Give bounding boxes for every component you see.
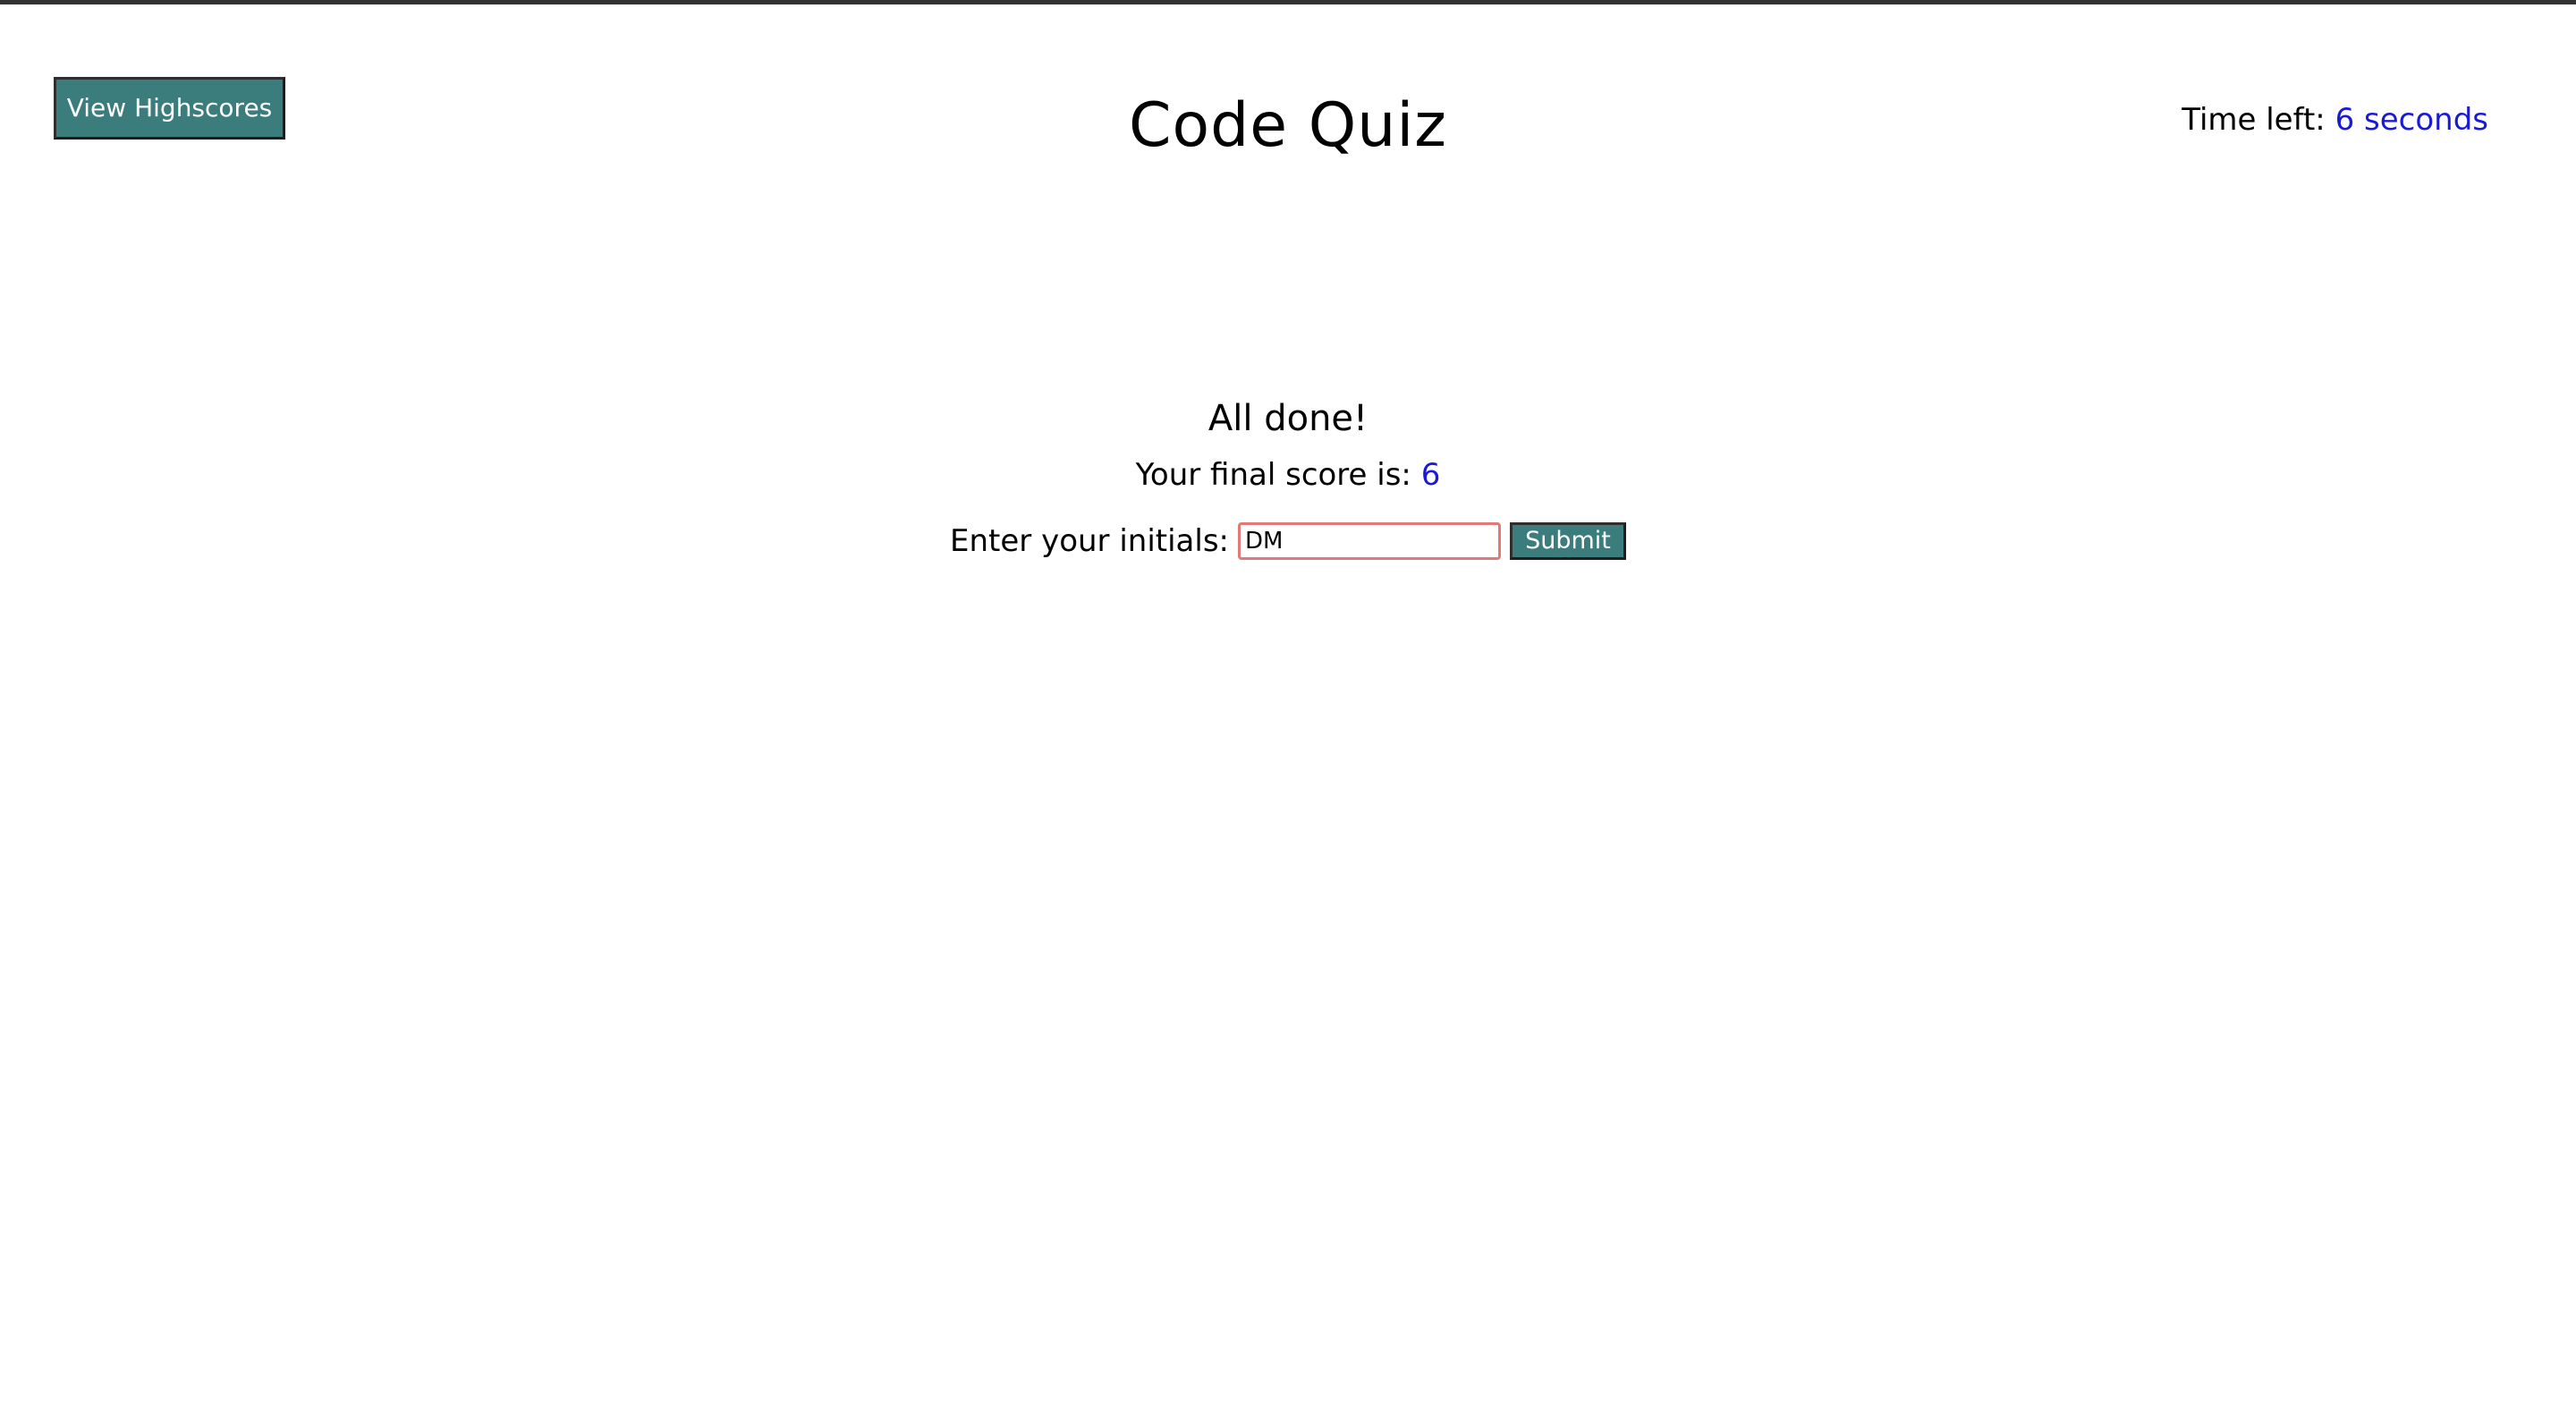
final-score-value: 6 <box>1420 457 1441 493</box>
initials-form: Enter your initials: Submit <box>0 521 2576 562</box>
timer-value: 6 seconds <box>2334 102 2488 138</box>
timer-label: Time left: <box>2182 102 2326 138</box>
final-score: Your final score is: 6 <box>0 454 2576 495</box>
final-score-label: Your final score is: <box>1135 457 1411 493</box>
initials-input[interactable] <box>1238 522 1501 560</box>
initials-label: Enter your initials: <box>950 523 1229 559</box>
submit-button[interactable]: Submit <box>1510 522 1626 560</box>
top-border <box>0 0 2576 4</box>
timer: Time left: 6 seconds <box>2182 100 2488 140</box>
done-heading: All done! <box>1208 398 1368 439</box>
